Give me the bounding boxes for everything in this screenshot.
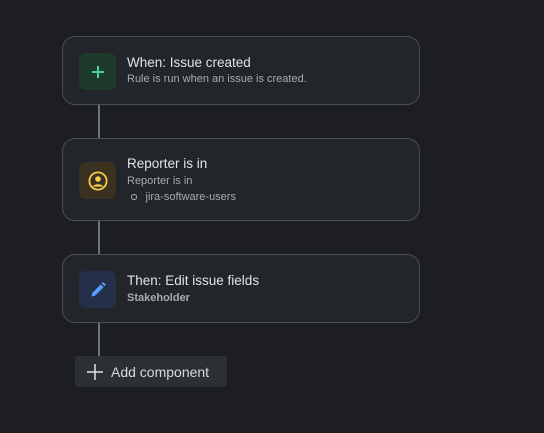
pencil-icon	[91, 281, 106, 296]
trigger-description: Rule is run when an issue is created.	[127, 73, 307, 85]
plus-icon	[91, 65, 104, 78]
user-circle-icon	[87, 170, 108, 191]
connector-line	[98, 323, 100, 357]
action-icon-box	[79, 271, 116, 308]
trigger-title: When: Issue created	[127, 55, 251, 70]
condition-title: Reporter is in	[127, 156, 208, 171]
trigger-icon-box	[79, 53, 116, 90]
action-card[interactable]: Then: Edit issue fields Stakeholder	[62, 254, 420, 323]
add-component-label: Add component	[111, 363, 210, 380]
connector-line	[98, 220, 100, 255]
condition-value-item: jira-software-users	[131, 191, 236, 203]
condition-card[interactable]: Reporter is in Reporter is in jira-softw…	[62, 138, 420, 221]
action-field: Stakeholder	[127, 292, 190, 304]
condition-description: Reporter is in	[127, 175, 193, 187]
rule-builder-canvas: When: Issue created Rule is run when an …	[0, 0, 544, 433]
plus-icon	[85, 362, 104, 381]
action-title: Then: Edit issue fields	[127, 273, 260, 288]
condition-icon-box	[79, 162, 116, 199]
connector-line	[98, 105, 100, 139]
condition-value: jira-software-users	[145, 191, 236, 203]
add-component-button[interactable]: Add component	[75, 356, 227, 387]
bullet-icon	[131, 194, 137, 200]
trigger-card[interactable]: When: Issue created Rule is run when an …	[62, 36, 420, 105]
